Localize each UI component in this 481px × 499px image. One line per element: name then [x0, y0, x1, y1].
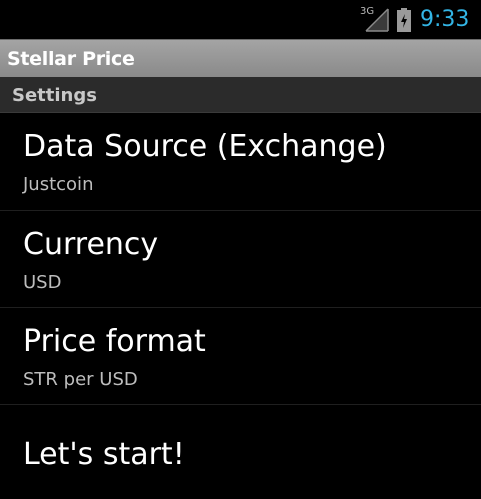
pref-data-source[interactable]: Data Source (Exchange) Justcoin: [0, 113, 481, 211]
status-clock: 9:33: [420, 7, 470, 32]
pref-title: Data Source (Exchange): [23, 129, 387, 164]
category-title: Settings: [12, 85, 97, 106]
action-bar: Stellar Price: [0, 39, 481, 77]
pref-currency[interactable]: Currency USD: [0, 211, 481, 308]
pref-summary: USD: [23, 272, 62, 293]
pref-title: Currency: [23, 227, 159, 262]
pref-summary: STR per USD: [23, 369, 138, 390]
pref-summary: Justcoin: [23, 174, 94, 195]
battery-charging-icon: [397, 8, 411, 32]
pref-title: Let's start!: [23, 437, 185, 472]
pref-price-format[interactable]: Price format STR per USD: [0, 308, 481, 405]
app-title: Stellar Price: [7, 48, 135, 70]
settings-category-header: Settings: [0, 77, 481, 113]
pref-title: Price format: [23, 324, 206, 359]
signal-icon: 3G: [360, 7, 390, 33]
status-bar: 3G 9:33: [0, 0, 481, 39]
pref-lets-start[interactable]: Let's start!: [0, 405, 481, 499]
